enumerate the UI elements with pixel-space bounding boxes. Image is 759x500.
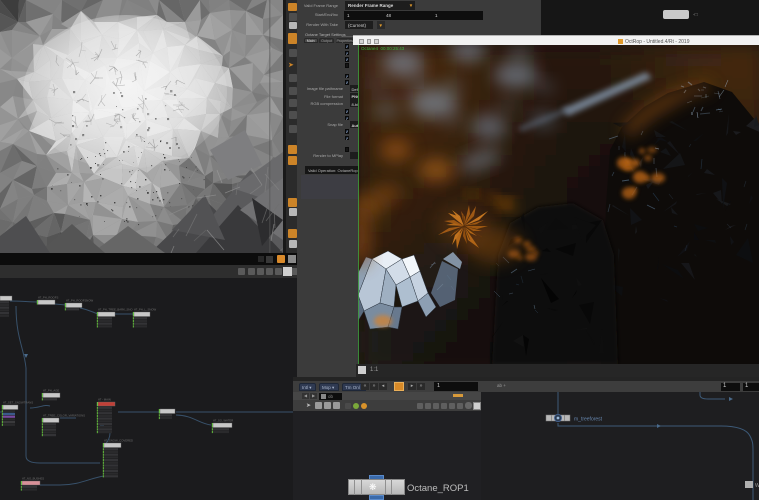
svg-text:AT_SNOW_COVERED: AT_SNOW_COVERED [104,439,133,443]
svg-text:AT_TREE_COLOR_VARIATIONS: AT_TREE_COLOR_VARIATIONS [43,414,85,418]
svg-text:AT_PH_ROOFS: AT_PH_ROOFS [38,296,58,300]
svg-text:AT_NO_BUSHES: AT_NO_BUSHES [22,477,44,481]
svg-text:AT_PH_L_SNOW: AT_PH_L_SNOW [134,308,157,312]
svg-text:AT_PH_AGE: AT_PH_AGE [43,389,59,393]
svg-text:m_treeforest: m_treeforest [574,417,603,423]
svg-text:AT_PH_ROOFSNOW: AT_PH_ROOFSNOW [66,299,94,303]
svg-text:AT - MAIN: AT - MAIN [98,398,111,402]
svg-text:AT_SO_WATER: AT_SO_WATER [213,419,233,423]
svg-text:AT_SET_SNOWTRANS: AT_SET_SNOWTRANS [3,401,33,405]
svg-text:AT_PH_TREE_BARK_SNO: AT_PH_TREE_BARK_SNO [98,308,133,312]
svg-text:W: W [755,483,759,489]
